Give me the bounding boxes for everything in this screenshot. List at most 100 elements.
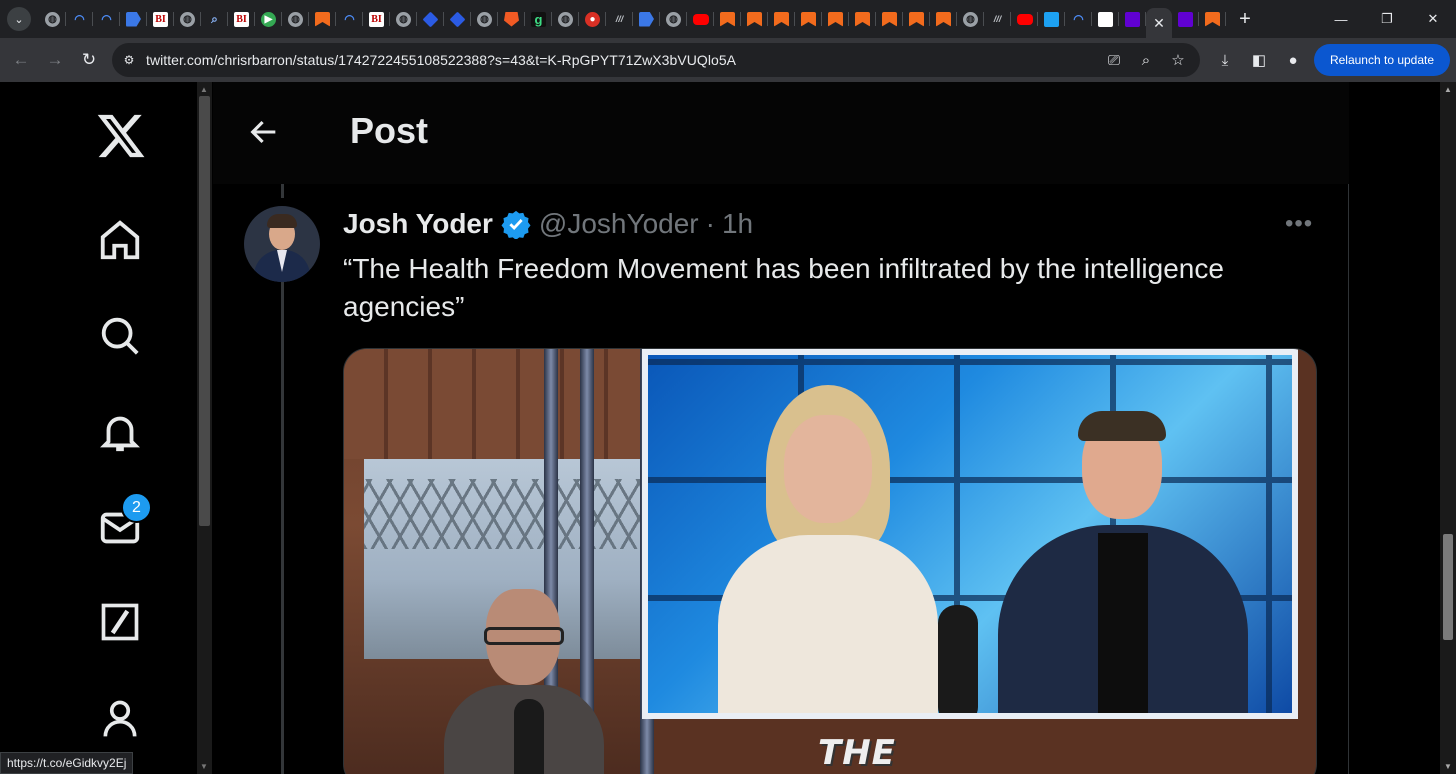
tab-search-button[interactable]: ⌄: [7, 7, 31, 31]
browser-tab[interactable]: ◠: [66, 0, 93, 38]
globe-favicon-icon: ◍: [666, 11, 681, 27]
reload-icon[interactable]: ↻: [72, 43, 106, 77]
browser-tab[interactable]: [1172, 0, 1199, 38]
sidebar-scrollbar[interactable]: ▲ ▼: [197, 82, 212, 774]
browser-tab[interactable]: ◍: [282, 0, 309, 38]
browser-tab[interactable]: ⌕: [201, 0, 228, 38]
guest-woman-figure: [718, 385, 938, 713]
browser-tab[interactable]: [849, 0, 876, 38]
browser-tab[interactable]: BI: [363, 0, 390, 38]
nav-home-icon[interactable]: [94, 214, 146, 266]
scroll-up-icon[interactable]: ▲: [200, 85, 208, 94]
browser-tab[interactable]: ▶: [255, 0, 282, 38]
browser-tab[interactable]: [741, 0, 768, 38]
more-options-icon[interactable]: •••: [1285, 210, 1313, 238]
active-tab[interactable]: ✕: [1146, 8, 1172, 38]
browser-tab[interactable]: [822, 0, 849, 38]
browser-tab[interactable]: [633, 0, 660, 38]
scrollbar-thumb[interactable]: [199, 96, 210, 526]
browser-tab[interactable]: ◠: [1065, 0, 1092, 38]
browser-tab[interactable]: ◍: [552, 0, 579, 38]
browser-tab[interactable]: BI: [228, 0, 255, 38]
browser-tab[interactable]: ◍: [660, 0, 687, 38]
bookmark-star-icon[interactable]: ☆: [1162, 51, 1194, 69]
window-close-icon[interactable]: ✕: [1410, 0, 1456, 38]
new-tab-button[interactable]: +: [1230, 4, 1260, 34]
browser-tab[interactable]: ◍: [39, 0, 66, 38]
back-arrow-icon[interactable]: [247, 115, 281, 149]
browser-tab[interactable]: [768, 0, 795, 38]
browser-tab[interactable]: ///: [984, 0, 1011, 38]
page-scrollbar[interactable]: ▲ ▼: [1440, 82, 1456, 774]
relaunch-button[interactable]: Relaunch to update: [1314, 44, 1450, 76]
back-nav-icon[interactable]: ←: [4, 43, 38, 77]
side-panel-icon[interactable]: ◧: [1242, 51, 1276, 69]
address-bar[interactable]: ⚙ twitter.com/chrisrbarron/status/174272…: [112, 43, 1200, 77]
browser-tab[interactable]: [1092, 0, 1119, 38]
zoom-icon[interactable]: ⌕: [1130, 52, 1162, 69]
browser-tab[interactable]: BI: [147, 0, 174, 38]
browser-tab[interactable]: [309, 0, 336, 38]
post-time[interactable]: 1h: [722, 208, 753, 240]
browser-tab[interactable]: ◍: [174, 0, 201, 38]
x-logo-icon[interactable]: [94, 110, 148, 162]
browser-tab[interactable]: ◍: [471, 0, 498, 38]
browser-tab[interactable]: [120, 0, 147, 38]
flag-favicon-icon: [126, 11, 141, 27]
browser-tab[interactable]: [1038, 0, 1065, 38]
browser-tab[interactable]: g: [525, 0, 552, 38]
minimize-icon[interactable]: —: [1318, 0, 1364, 38]
studio-background: [344, 349, 654, 774]
browser-tab[interactable]: ◠: [93, 0, 120, 38]
install-app-icon[interactable]: ⎚: [1098, 52, 1130, 69]
nav-grok-icon[interactable]: [94, 596, 146, 648]
microphone: [938, 605, 978, 713]
nav-notifications-icon[interactable]: [94, 406, 146, 458]
page-scroll-up-icon[interactable]: ▲: [1444, 85, 1452, 94]
browser-tab[interactable]: [498, 0, 525, 38]
brave-favicon-icon: [504, 11, 519, 27]
browser-tab[interactable]: [444, 0, 471, 38]
author-name[interactable]: Josh Yoder: [343, 208, 493, 240]
bookmark-favicon-icon: [774, 11, 789, 27]
url-text[interactable]: twitter.com/chrisrbarron/status/17427224…: [146, 52, 736, 68]
browser-tab[interactable]: [687, 0, 714, 38]
tt-favicon-icon: ///: [615, 14, 624, 24]
bookmark-favicon-icon: [882, 11, 897, 27]
browser-tab[interactable]: ///: [606, 0, 633, 38]
browser-tab[interactable]: [1199, 0, 1226, 38]
browser-tab[interactable]: [903, 0, 930, 38]
bi-favicon-icon: BI: [369, 11, 384, 27]
scroll-down-icon[interactable]: ▼: [200, 762, 208, 771]
browser-tab[interactable]: [417, 0, 444, 38]
shield-favicon-icon: ◠: [74, 12, 85, 26]
author-handle[interactable]: @JoshYoder: [539, 208, 699, 240]
browser-tab[interactable]: [795, 0, 822, 38]
browser-tab[interactable]: [876, 0, 903, 38]
page-scroll-down-icon[interactable]: ▼: [1444, 762, 1452, 771]
browser-tab[interactable]: ◍: [390, 0, 417, 38]
browser-tab[interactable]: ◠: [336, 0, 363, 38]
nav-search-icon[interactable]: [94, 310, 146, 362]
sidebar-nav: 2: [0, 82, 200, 774]
browser-tab[interactable]: ◍: [957, 0, 984, 38]
shield-favicon-icon: ◠: [1073, 12, 1084, 26]
site-info-icon[interactable]: ⚙: [112, 53, 146, 67]
restore-icon[interactable]: ❐: [1364, 0, 1410, 38]
page-scrollbar-thumb[interactable]: [1443, 534, 1453, 640]
forward-nav-icon[interactable]: →: [38, 43, 72, 77]
messages-badge: 2: [121, 492, 152, 523]
download-icon[interactable]: ⤓: [1208, 52, 1242, 69]
browser-tab[interactable]: ●: [579, 0, 606, 38]
browser-tab[interactable]: [1119, 0, 1146, 38]
verified-badge-icon[interactable]: [501, 209, 531, 239]
profile-icon[interactable]: ●: [1276, 52, 1310, 69]
cube-favicon-icon: [449, 11, 466, 27]
browser-tab[interactable]: [1011, 0, 1038, 38]
browser-tab[interactable]: [714, 0, 741, 38]
browser-tab[interactable]: [930, 0, 957, 38]
nav-profile-icon[interactable]: [94, 692, 146, 744]
close-icon[interactable]: ✕: [1153, 15, 1165, 32]
avatar[interactable]: [244, 206, 320, 282]
post-media-video[interactable]: THE: [343, 348, 1317, 774]
